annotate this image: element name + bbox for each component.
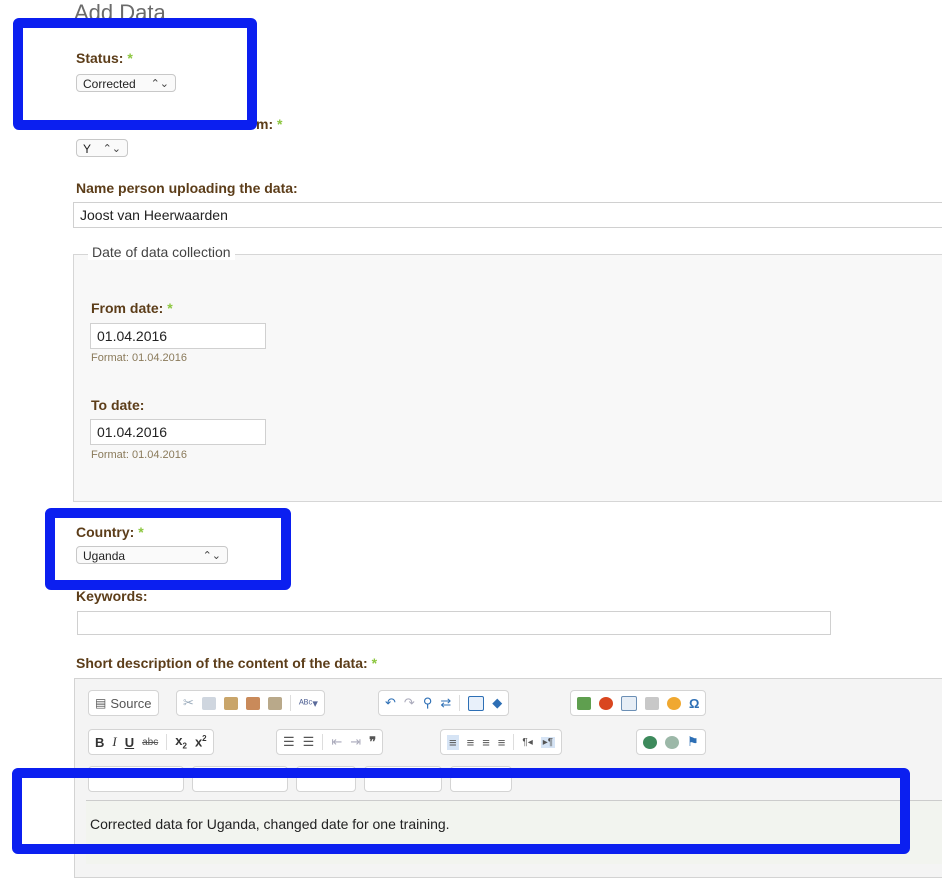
table-icon[interactable] bbox=[621, 695, 637, 711]
second-field-label: m: * bbox=[256, 116, 282, 132]
highlight-box-description bbox=[12, 768, 910, 854]
second-field-select-value: Y bbox=[83, 142, 92, 156]
to-date-input[interactable]: 01.04.2016 bbox=[90, 419, 266, 445]
eraser-icon[interactable]: ◆ bbox=[492, 695, 502, 711]
special-char-icon[interactable]: Ω bbox=[689, 696, 699, 711]
select-caret-icon: ⌃⌄ bbox=[102, 143, 121, 155]
toolbar-separator bbox=[513, 734, 515, 750]
source-icon: ▤ bbox=[95, 696, 107, 710]
toolbar-separator bbox=[459, 695, 461, 711]
unlink-icon[interactable] bbox=[665, 735, 679, 749]
align-center-icon[interactable]: ≡ bbox=[467, 735, 475, 750]
blockquote-icon[interactable]: ❞ bbox=[369, 734, 376, 750]
toolbar-separator bbox=[322, 734, 324, 750]
page-title: Add Data bbox=[74, 0, 166, 20]
to-date-hint: Format: 01.04.2016 bbox=[91, 449, 188, 461]
toolbar-separator bbox=[289, 695, 291, 711]
toolbar-align-group: ≡ ≡ ≡ ≡ ¶◂ ▸¶ bbox=[440, 729, 563, 755]
paste-word-icon[interactable] bbox=[267, 696, 282, 710]
undo-icon[interactable]: ↶ bbox=[385, 695, 396, 711]
cut-icon[interactable]: ✂ bbox=[183, 695, 194, 711]
second-field-select[interactable]: Y ⌃⌄ bbox=[76, 139, 128, 157]
align-left-icon[interactable]: ≡ bbox=[447, 734, 459, 750]
toolbar-insert-group: Ω bbox=[570, 690, 707, 716]
italic-icon[interactable]: I bbox=[112, 734, 116, 750]
toolbar-history-group: ↶ ↷ ⚲ ⇄ ◆ bbox=[378, 690, 510, 716]
description-label: Short description of the content of the … bbox=[76, 655, 377, 671]
flash-icon[interactable] bbox=[599, 696, 613, 710]
from-date-input[interactable]: 01.04.2016 bbox=[90, 323, 266, 349]
from-date-label-text: From date: bbox=[91, 300, 164, 316]
text-direction-ltr-icon[interactable]: ▸¶ bbox=[540, 736, 556, 748]
redo-icon[interactable]: ↷ bbox=[404, 695, 415, 711]
uploader-name-value: Joost van Heerwaarden bbox=[80, 207, 228, 223]
highlight-box-country bbox=[45, 508, 291, 590]
keywords-label: Keywords: bbox=[76, 588, 148, 604]
image-icon[interactable] bbox=[577, 696, 591, 710]
highlight-box-status bbox=[13, 18, 257, 130]
numbered-list-icon[interactable]: ☰ bbox=[283, 734, 295, 750]
find-icon[interactable]: ⚲ bbox=[423, 695, 433, 711]
source-button[interactable]: ▤ Source bbox=[95, 696, 152, 711]
from-date-label: From date: * bbox=[91, 300, 173, 316]
required-marker: * bbox=[167, 300, 173, 316]
toolbar-clipboard-group: ✂ ᴬᴮᶜ▾ bbox=[176, 690, 325, 716]
strikethrough-icon[interactable]: abc bbox=[142, 737, 158, 748]
uploader-label: Name person uploading the data: bbox=[76, 180, 298, 196]
superscript-icon[interactable]: x2 bbox=[195, 734, 207, 749]
text-direction-rtl-icon[interactable]: ¶◂ bbox=[522, 737, 532, 748]
to-date-value: 01.04.2016 bbox=[97, 424, 168, 440]
toolbar-source-group: ▤ Source bbox=[88, 690, 159, 716]
replace-icon[interactable]: ⇄ bbox=[440, 695, 451, 711]
horizontal-line-icon[interactable] bbox=[645, 696, 659, 710]
outdent-icon[interactable]: ⇤ bbox=[331, 734, 342, 750]
underline-icon[interactable]: U bbox=[125, 735, 134, 750]
spellcheck-icon[interactable]: ᴬᴮᶜ▾ bbox=[299, 697, 318, 710]
align-justify-icon[interactable]: ≡ bbox=[498, 735, 506, 750]
required-marker: * bbox=[371, 655, 378, 671]
select-all-icon[interactable] bbox=[468, 695, 485, 711]
anchor-flag-icon[interactable]: ⚑ bbox=[687, 734, 699, 750]
to-date-label: To date: bbox=[91, 397, 145, 413]
toolbar-list-group: ☰ ☰ ⇤ ⇥ ❞ bbox=[276, 729, 384, 755]
link-icon[interactable] bbox=[643, 735, 657, 749]
keywords-input[interactable] bbox=[77, 611, 831, 635]
align-right-icon[interactable]: ≡ bbox=[482, 735, 490, 750]
from-date-hint: Format: 01.04.2016 bbox=[91, 352, 188, 364]
paste-icon[interactable] bbox=[223, 696, 238, 710]
toolbar-format-group: B I U abc x2 x2 bbox=[88, 729, 214, 755]
source-button-label: Source bbox=[110, 695, 152, 711]
indent-icon[interactable]: ⇥ bbox=[350, 734, 361, 750]
bulleted-list-icon[interactable]: ☰ bbox=[303, 734, 315, 750]
smiley-icon[interactable] bbox=[667, 696, 681, 710]
toolbar-link-group: ⚑ bbox=[636, 729, 706, 755]
copy-icon[interactable] bbox=[201, 696, 216, 710]
required-marker: * bbox=[277, 116, 283, 132]
from-date-value: 01.04.2016 bbox=[97, 328, 168, 344]
description-label-text: Short description of the content of the … bbox=[76, 655, 368, 671]
paste-text-icon[interactable] bbox=[245, 696, 260, 710]
toolbar-separator bbox=[166, 734, 168, 750]
subscript-icon[interactable]: x2 bbox=[175, 733, 187, 751]
bold-icon[interactable]: B bbox=[95, 735, 104, 750]
date-fieldset bbox=[73, 254, 942, 502]
date-fieldset-legend: Date of data collection bbox=[88, 244, 235, 260]
second-field-label-text: m: bbox=[256, 116, 274, 132]
uploader-name-input[interactable]: Joost van Heerwaarden bbox=[73, 202, 942, 228]
